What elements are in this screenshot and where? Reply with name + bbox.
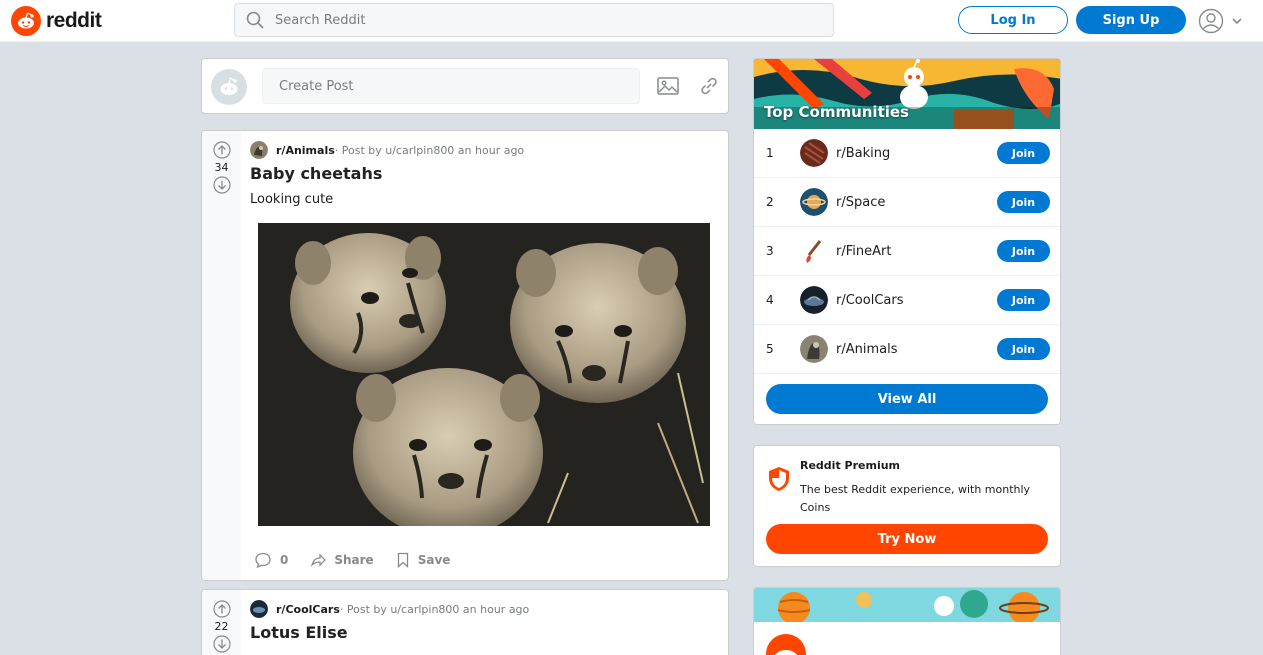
view-all-button[interactable]: View All bbox=[766, 384, 1048, 414]
vote-count: 34 bbox=[214, 161, 229, 174]
downvote-icon[interactable] bbox=[212, 635, 231, 653]
home-banner bbox=[754, 588, 1060, 622]
community-name[interactable]: r/Space bbox=[836, 195, 885, 210]
avatar bbox=[211, 69, 247, 105]
share-icon bbox=[311, 553, 327, 568]
reddit-logo-icon bbox=[11, 6, 41, 36]
premium-widget: Reddit Premium The best Reddit experienc… bbox=[753, 445, 1061, 567]
post-title[interactable]: Baby cheetahs bbox=[250, 164, 382, 183]
premium-title: Reddit Premium bbox=[800, 459, 901, 472]
link-icon[interactable] bbox=[698, 76, 720, 96]
vote-count: 22 bbox=[214, 620, 229, 633]
subreddit-icon[interactable] bbox=[250, 600, 268, 618]
share-button[interactable]: Share bbox=[310, 552, 374, 568]
community-row[interactable]: 1 r/Baking Join bbox=[754, 129, 1060, 178]
community-name[interactable]: r/CoolCars bbox=[836, 293, 903, 308]
try-now-button[interactable]: Try Now bbox=[766, 524, 1048, 554]
community-icon-baking bbox=[800, 139, 828, 167]
community-row[interactable]: 2 r/Space Join bbox=[754, 178, 1060, 227]
image-icon[interactable] bbox=[656, 76, 680, 96]
community-rank: 2 bbox=[766, 195, 774, 209]
community-row[interactable]: 4 r/CoolCars Join bbox=[754, 276, 1060, 325]
shield-icon bbox=[769, 467, 789, 491]
join-button[interactable]: Join bbox=[997, 191, 1050, 213]
community-name[interactable]: r/Baking bbox=[836, 146, 890, 161]
signup-button[interactable]: Sign Up bbox=[1076, 6, 1186, 34]
save-label: Save bbox=[417, 553, 451, 567]
comments-button[interactable]: 0 bbox=[254, 551, 288, 569]
post-card[interactable]: 22 r/CoolCars · Post by u/carlpin800 an … bbox=[201, 589, 729, 655]
create-post-bar: Create Post bbox=[201, 58, 729, 114]
community-icon-space bbox=[800, 188, 828, 216]
downvote-icon[interactable] bbox=[212, 176, 231, 194]
community-name[interactable]: r/Animals bbox=[836, 342, 897, 357]
chevron-down-icon bbox=[1232, 18, 1242, 25]
post-author-time: · Post by u/carlpin800 an hour ago bbox=[339, 602, 530, 616]
top-communities-banner: Top Communities bbox=[754, 59, 1060, 129]
join-button[interactable]: Join bbox=[997, 338, 1050, 360]
logo-text: reddit bbox=[46, 9, 102, 32]
community-icon-coolcars bbox=[800, 286, 828, 314]
home-reddit-icon bbox=[766, 634, 806, 655]
post-author-time: · Post by u/carlpin800 an hour ago bbox=[334, 143, 525, 157]
post-meta: r/Animals · Post by u/carlpin800 an hour… bbox=[250, 141, 524, 159]
top-nav: reddit Log In Sign Up bbox=[0, 0, 1263, 42]
save-button[interactable]: Save bbox=[396, 552, 451, 568]
upvote-icon[interactable] bbox=[212, 141, 231, 159]
post-card[interactable]: 34 r/Animals · Post by u/carlpin800 an h… bbox=[201, 130, 729, 581]
community-name[interactable]: r/FineArt bbox=[836, 244, 891, 259]
user-icon bbox=[1198, 8, 1224, 34]
premium-description: The best Reddit experience, with monthly… bbox=[800, 483, 1031, 514]
upvote-icon[interactable] bbox=[212, 600, 231, 618]
post-text: Looking cute bbox=[250, 192, 334, 207]
subreddit-icon[interactable] bbox=[250, 141, 268, 159]
community-rank: 3 bbox=[766, 244, 774, 258]
community-row[interactable]: 3 r/FineArt Join bbox=[754, 227, 1060, 276]
community-icon-fineart bbox=[800, 237, 828, 265]
create-post-input[interactable]: Create Post bbox=[262, 68, 640, 104]
community-icon-animals bbox=[800, 335, 828, 363]
vote-column: 34 bbox=[202, 131, 241, 580]
join-button[interactable]: Join bbox=[997, 289, 1050, 311]
search-input[interactable] bbox=[275, 12, 815, 28]
subreddit-link[interactable]: r/CoolCars bbox=[276, 603, 340, 616]
home-widget bbox=[753, 587, 1061, 655]
community-rank: 4 bbox=[766, 293, 774, 307]
post-meta: r/CoolCars · Post by u/carlpin800 an hou… bbox=[250, 600, 529, 618]
join-button[interactable]: Join bbox=[997, 240, 1050, 262]
subreddit-link[interactable]: r/Animals bbox=[276, 144, 335, 157]
community-rank: 1 bbox=[766, 146, 774, 160]
vote-column: 22 bbox=[202, 590, 241, 655]
share-label: Share bbox=[334, 553, 374, 567]
save-icon bbox=[397, 552, 408, 568]
reddit-logo[interactable]: reddit bbox=[11, 5, 102, 37]
post-image[interactable] bbox=[258, 223, 710, 526]
user-menu-dropdown[interactable] bbox=[1198, 7, 1246, 35]
comment-count: 0 bbox=[280, 553, 289, 567]
search-icon bbox=[246, 11, 264, 29]
widget-title: Top Communities bbox=[764, 103, 909, 121]
search-bar[interactable] bbox=[234, 3, 834, 37]
comment-icon bbox=[255, 552, 271, 569]
post-actions: 0 Share Save bbox=[254, 551, 472, 569]
join-button[interactable]: Join bbox=[997, 142, 1050, 164]
community-row[interactable]: 5 r/Animals Join bbox=[754, 325, 1060, 374]
login-button[interactable]: Log In bbox=[958, 6, 1068, 34]
post-title[interactable]: Lotus Elise bbox=[250, 623, 348, 642]
community-rank: 5 bbox=[766, 342, 774, 356]
top-communities-widget: Top Communities 1 r/Baking Join 2 r/Spac… bbox=[753, 58, 1061, 425]
